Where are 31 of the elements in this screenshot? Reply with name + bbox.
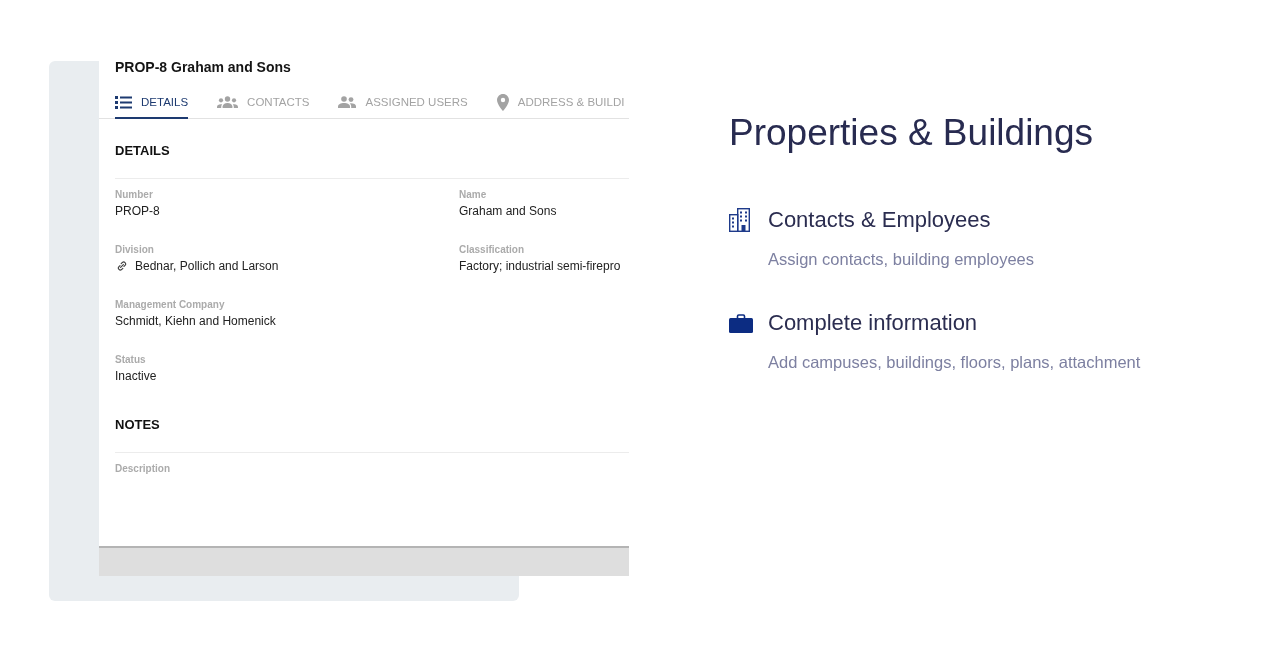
tab[interactable]: ADDRESS & BUILDI <box>496 87 625 119</box>
section-title: DETAILS <box>115 142 170 160</box>
field-value: Graham and Sons <box>459 203 557 219</box>
tab[interactable]: DETAILS <box>115 87 189 119</box>
location-pin-icon <box>496 93 509 111</box>
field-value: Bednar, Pollich and Larson <box>135 258 279 274</box>
section-title: NOTES <box>115 416 160 434</box>
list-icon <box>115 95 132 109</box>
field-label: Status <box>115 353 146 367</box>
feature-description: Assign contacts, building employees <box>768 249 1034 270</box>
field-value: Schmidt, Kiehn and Homenick <box>115 313 276 329</box>
feature-title: Contacts & Employees <box>768 206 991 234</box>
briefcase-icon <box>729 313 753 333</box>
field-label: Management Company <box>115 298 225 312</box>
record-title: PROP-8 Graham and Sons <box>115 58 291 77</box>
field-label: Description <box>115 462 170 476</box>
field-value: PROP-8 <box>115 203 160 219</box>
tab[interactable]: CONTACTS <box>217 87 310 119</box>
page-heading: Properties & Buildings <box>729 111 1094 155</box>
field-label: Name <box>459 188 487 202</box>
building-icon <box>729 208 750 232</box>
people-icon <box>338 96 357 108</box>
field-label: Classification <box>459 243 525 257</box>
field-value: Factory; industrial semi-firepro <box>459 258 621 274</box>
tab[interactable]: ASSIGNED USERS <box>338 87 468 119</box>
field-label: Division <box>115 243 154 257</box>
group-icon <box>217 96 239 108</box>
field-value: Inactive <box>115 368 157 384</box>
feature-title: Complete information <box>768 309 978 337</box>
field-label: Number <box>115 188 153 202</box>
feature-description: Add campuses, buildings, floors, plans, attachment <box>768 352 1141 373</box>
